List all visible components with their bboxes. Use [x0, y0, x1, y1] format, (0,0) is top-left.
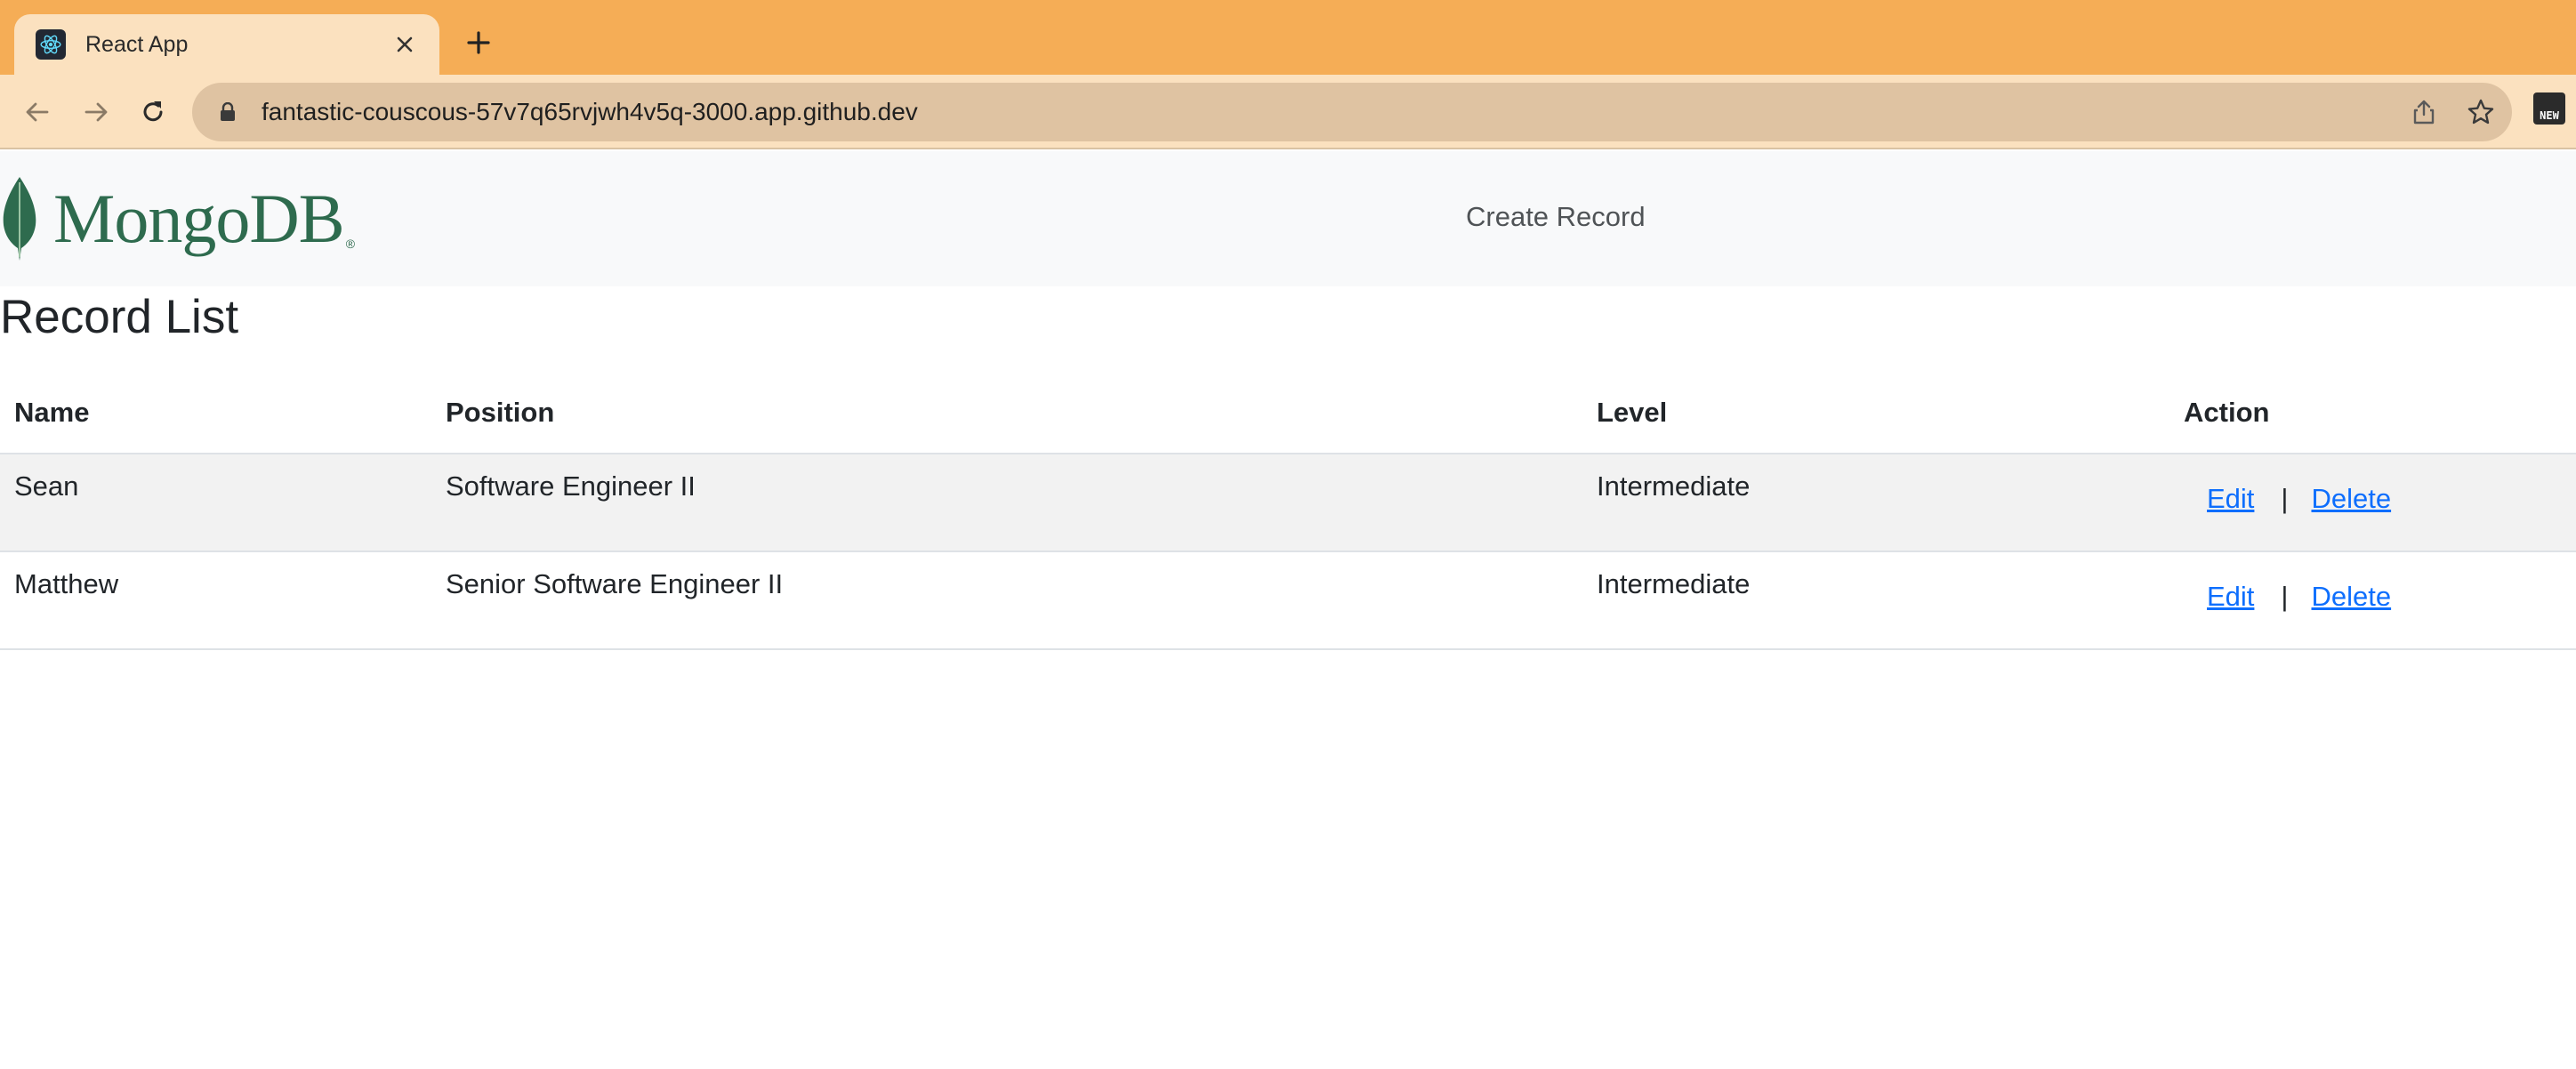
- react-logo-icon: [36, 29, 66, 60]
- extension-icon[interactable]: NEW: [2533, 92, 2565, 125]
- delete-link[interactable]: Delete: [2311, 581, 2391, 612]
- navbar: MongoDB ® Create Record: [0, 151, 2576, 286]
- star-icon[interactable]: [2464, 95, 2498, 129]
- header-position: Position: [431, 384, 1582, 454]
- edit-link[interactable]: Edit: [2207, 483, 2254, 514]
- cell-name: Sean: [0, 454, 431, 552]
- header-level: Level: [1582, 384, 2169, 454]
- table-row: Sean Software Engineer II Intermediate E…: [0, 454, 2576, 552]
- brand-name: MongoDB: [53, 180, 345, 257]
- create-record-link[interactable]: Create Record: [1466, 201, 1646, 233]
- action-separator: |: [2281, 581, 2289, 612]
- records-table: Name Position Level Action Sean Software…: [0, 384, 2576, 650]
- edit-link[interactable]: Edit: [2207, 581, 2254, 612]
- lock-icon[interactable]: [217, 101, 238, 123]
- action-separator: |: [2281, 483, 2289, 514]
- back-icon[interactable]: [18, 92, 57, 132]
- new-tab-icon[interactable]: [461, 25, 496, 60]
- leaf-icon: [3, 177, 36, 261]
- cell-level: Intermediate: [1582, 454, 2169, 552]
- cell-position: Software Engineer II: [431, 454, 1582, 552]
- header-name: Name: [0, 384, 431, 454]
- table-row: Matthew Senior Software Engineer II Inte…: [0, 551, 2576, 650]
- address-bar[interactable]: fantastic-couscous-57v7q65rvjwh4v5q-3000…: [192, 83, 2512, 141]
- registered-mark: ®: [345, 237, 356, 251]
- delete-link[interactable]: Delete: [2311, 483, 2391, 514]
- cell-position: Senior Software Engineer II: [431, 551, 1582, 650]
- browser-toolbar: fantastic-couscous-57v7q65rvjwh4v5q-3000…: [0, 75, 2576, 149]
- cell-action: Edit | Delete: [2169, 551, 2576, 650]
- header-action: Action: [2169, 384, 2576, 454]
- reload-icon[interactable]: [133, 92, 173, 132]
- tab-strip: React App: [0, 0, 2576, 75]
- forward-icon[interactable]: [76, 92, 116, 132]
- page-title: Record List: [0, 291, 239, 343]
- table-header-row: Name Position Level Action: [0, 384, 2576, 454]
- cell-level: Intermediate: [1582, 551, 2169, 650]
- close-icon[interactable]: [391, 31, 418, 58]
- cell-action: Edit | Delete: [2169, 454, 2576, 552]
- brand-logo[interactable]: MongoDB ®: [0, 174, 355, 263]
- share-icon[interactable]: [2407, 95, 2441, 129]
- cell-name: Matthew: [0, 551, 431, 650]
- url-text[interactable]: fantastic-couscous-57v7q65rvjwh4v5q-3000…: [262, 98, 918, 126]
- browser-tab[interactable]: React App: [14, 14, 439, 75]
- tab-title: React App: [85, 31, 189, 57]
